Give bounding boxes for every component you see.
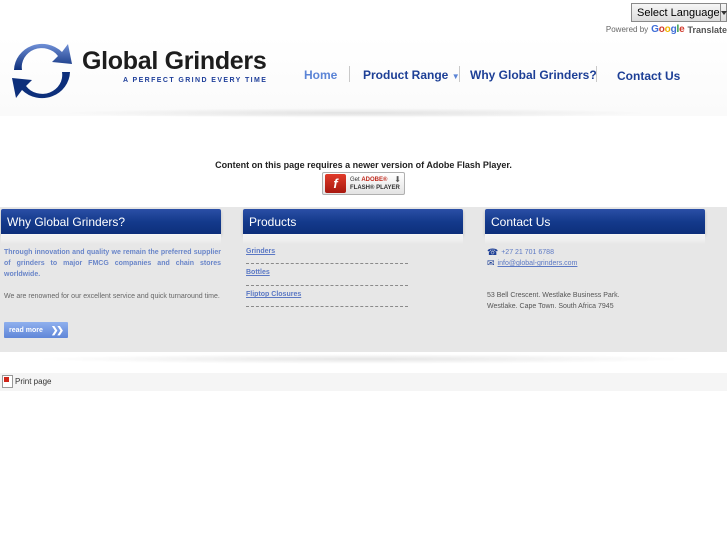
contact-phone: +27 21 701 6788: [501, 249, 554, 256]
nav-product-range[interactable]: Product Range ▼: [363, 68, 460, 82]
google-logo[interactable]: Google: [651, 24, 685, 35]
panel-glow: [485, 234, 705, 244]
panel-glow: [243, 234, 463, 244]
band-shadow: [30, 354, 700, 364]
download-arrow-icon: ⬇: [394, 175, 401, 184]
panel-why-title: Why Global Grinders?: [1, 209, 221, 234]
print-page-link[interactable]: Print page: [2, 375, 51, 388]
product-link-fliptop-closures[interactable]: Fliptop Closures: [246, 291, 301, 298]
get-flash-player-button[interactable]: f Get ADOBE® FLASH® PLAYER ⬇: [322, 172, 405, 195]
nav-home[interactable]: Home: [304, 68, 337, 82]
nav-divider: [596, 66, 597, 82]
powered-by-label: Powered by: [605, 25, 649, 34]
translate-label: Translate: [687, 24, 727, 35]
product-divider: [246, 263, 408, 264]
chevron-down-icon[interactable]: [719, 4, 727, 21]
double-chevron-right-icon: ❯❯: [50, 324, 64, 335]
header-shadow: [55, 108, 655, 118]
product-link-bottles[interactable]: Bottles: [246, 269, 270, 276]
contact-phone-row: ☎ +27 21 701 6788: [487, 247, 554, 258]
brand-name: Global Grinders: [82, 47, 267, 75]
flash-icon: f: [325, 174, 346, 193]
print-page-label: Print page: [15, 377, 52, 386]
product-divider: [246, 306, 408, 307]
contact-email-link[interactable]: info@global-grinders.com: [498, 260, 578, 267]
language-select[interactable]: Select Language: [631, 3, 727, 22]
nav-contact[interactable]: Contact Us: [617, 69, 680, 83]
contact-address-line-2: Westlake. Cape Town. South Africa 7945: [487, 303, 614, 310]
flash-required-message: Content on this page requires a newer ve…: [215, 160, 512, 170]
powered-by-google: Powered by Google Translate: [606, 24, 727, 35]
panel-products-title: Products: [243, 209, 463, 234]
read-more-button[interactable]: read more ❯❯: [4, 322, 68, 338]
language-select-label: Select Language: [637, 6, 720, 19]
panel-contact-title: Contact Us: [485, 209, 705, 234]
why-paragraph-2: We are renowned for our excellent servic…: [4, 293, 220, 300]
footer-bar: [0, 373, 727, 391]
nav-why[interactable]: Why Global Grinders?: [470, 68, 597, 82]
phone-icon: ☎: [487, 247, 499, 257]
pdf-icon: [2, 375, 13, 388]
nav-divider: [459, 66, 460, 82]
contact-email-row: ✉ info@global-grinders.com: [487, 258, 577, 269]
product-link-grinders[interactable]: Grinders: [246, 248, 275, 255]
nav-divider: [349, 66, 350, 82]
panel-glow: [1, 234, 221, 244]
why-paragraph-1: Through innovation and quality we remain…: [4, 249, 221, 278]
brand-tagline: A PERFECT GRIND EVERY TIME: [123, 77, 268, 84]
contact-address-line-1: 53 Bell Crescent. Westlake Business Park…: [487, 292, 620, 299]
envelope-icon: ✉: [487, 258, 495, 268]
product-divider: [246, 285, 408, 286]
logo-arrows-icon[interactable]: [6, 40, 78, 102]
